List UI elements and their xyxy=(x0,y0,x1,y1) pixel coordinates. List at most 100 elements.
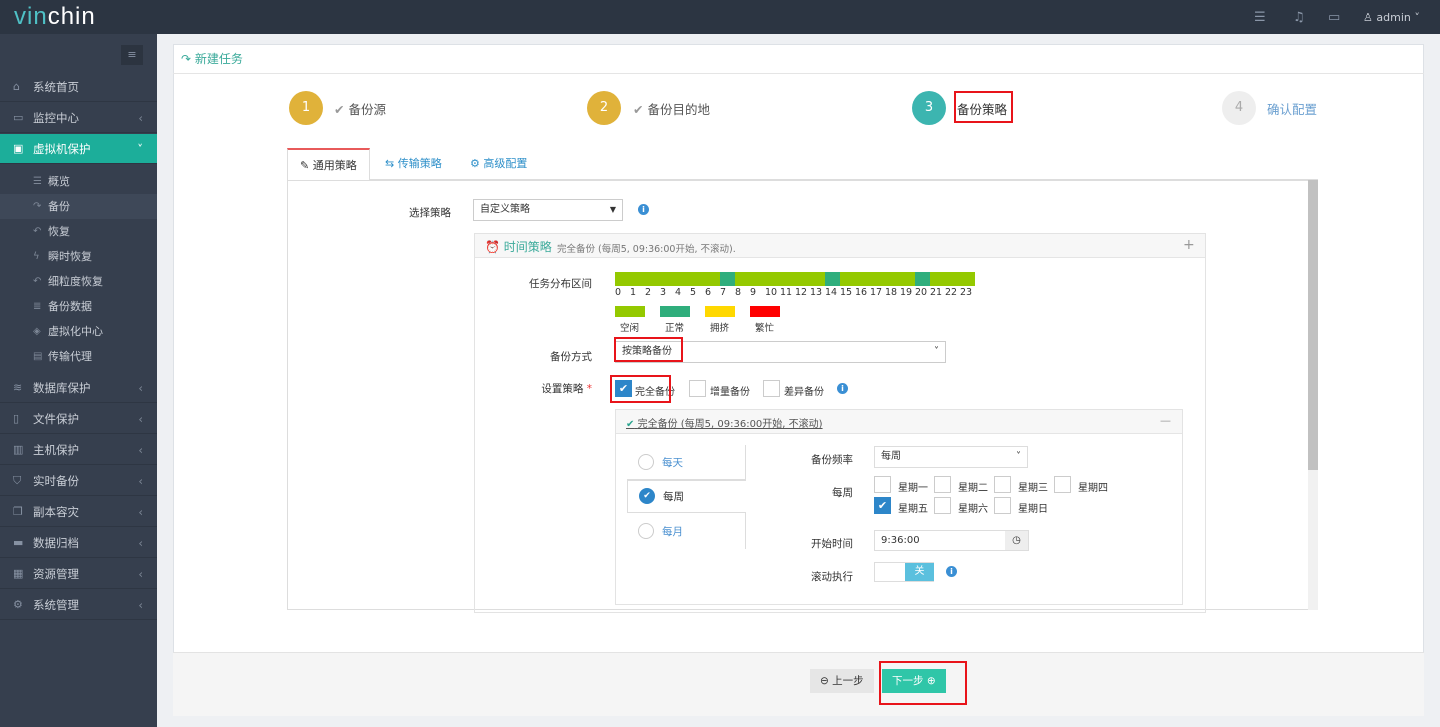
cube-icon: ◈ xyxy=(33,326,41,337)
legend-swatch-full xyxy=(750,306,780,317)
collapse-minus-icon[interactable]: — xyxy=(1160,414,1171,427)
hour-tick: 22 xyxy=(945,287,958,298)
freq-label: 备份频率 xyxy=(811,454,853,466)
vinchin-logo[interactable]: vinchin xyxy=(14,3,96,31)
start-time-input[interactable]: 9:36:00 ◷ xyxy=(874,530,1029,551)
desktop-icon: ▣ xyxy=(13,142,24,155)
user-menu[interactable]: ♙ admin ˅ xyxy=(1363,11,1420,24)
sidebar-sub-instant-restore[interactable]: ϟ 瞬时恢复 xyxy=(0,244,157,269)
check-icon: ✔ xyxy=(626,419,635,430)
info-icon[interactable]: i xyxy=(638,204,649,215)
sidebar-item-home[interactable]: ⌂ 系统首页 xyxy=(0,72,157,102)
info-icon[interactable]: i xyxy=(837,383,848,394)
sidebar-item-file[interactable]: ▯ 文件保护 ‹ xyxy=(0,404,157,434)
freq-select[interactable]: 每周 ˅ xyxy=(874,446,1028,468)
start-time-label: 开始时间 xyxy=(811,538,853,550)
radio[interactable] xyxy=(638,523,654,539)
caret-down-icon: ▼ xyxy=(609,205,616,214)
sidebar-sub-transfer-proxy[interactable]: ▤ 传输代理 xyxy=(0,344,157,369)
info-icon[interactable]: i xyxy=(946,566,957,577)
hour-tick: 12 xyxy=(795,287,808,298)
hour-segment-22 xyxy=(945,272,960,286)
sidebar-sub-backup[interactable]: ↷ 备份 xyxy=(0,194,157,219)
freq-option-monthly[interactable]: 每月 xyxy=(627,513,746,549)
sidebar-item-replica[interactable]: ❐ 副本容灾 ‹ xyxy=(0,497,157,527)
sidebar-sub-restore[interactable]: ↶ 恢复 xyxy=(0,219,157,244)
menu-toggle-button[interactable]: ≡ xyxy=(121,45,143,65)
rolling-toggle[interactable]: 关 xyxy=(874,562,934,582)
weekday-checkbox[interactable] xyxy=(1054,476,1071,493)
copy-icon: ❐ xyxy=(13,505,23,518)
sidebar-sub-backup-data[interactable]: ≣ 备份数据 xyxy=(0,294,157,319)
hour-segment-16 xyxy=(855,272,870,286)
radio[interactable] xyxy=(638,454,654,470)
sidebar-sub-virtualization-center[interactable]: ◈ 虚拟化中心 xyxy=(0,319,157,344)
step-4-badge: 4 xyxy=(1222,91,1256,125)
scrollbar[interactable] xyxy=(1308,180,1318,610)
weekday-checkbox[interactable] xyxy=(934,476,951,493)
hour-segment-1 xyxy=(630,272,645,286)
hour-segment-11 xyxy=(780,272,795,286)
hour-segment-15 xyxy=(840,272,855,286)
hour-tick: 19 xyxy=(900,287,913,298)
differential-backup-checkbox[interactable] xyxy=(763,380,780,397)
weekday-checkbox[interactable] xyxy=(994,497,1011,514)
hour-segment-9 xyxy=(750,272,765,286)
weekday-checkbox[interactable] xyxy=(934,497,951,514)
arrow-left-circle-icon: ⊖ xyxy=(820,675,829,687)
sidebar-item-host[interactable]: ▥ 主机保护 ‹ xyxy=(0,435,157,465)
sidebar-item-archive[interactable]: ▬ 数据归档 ‹ xyxy=(0,528,157,558)
chevron-down-icon: ˅ xyxy=(934,346,939,357)
sidebar-item-database[interactable]: ≋ 数据库保护 ‹ xyxy=(0,373,157,403)
clock-icon[interactable]: ◷ xyxy=(1005,531,1028,550)
hour-tick: 23 xyxy=(960,287,973,298)
sidebar-item-realtime[interactable]: ⛉ 实时备份 ‹ xyxy=(0,466,157,496)
hour-tick: 8 xyxy=(735,287,742,298)
hour-tick: 14 xyxy=(825,287,838,298)
hour-tick: 9 xyxy=(750,287,757,298)
legend-label: 空闲 xyxy=(620,323,640,334)
hour-segment-23 xyxy=(960,272,975,286)
time-strategy-title: ⏰ 时间策略 xyxy=(485,240,552,254)
freq-option-daily[interactable]: 每天 xyxy=(627,445,746,480)
bell-icon[interactable]: ♫ xyxy=(1293,10,1305,25)
laptop-icon: ▭ xyxy=(13,111,24,124)
step-2-label: ✔ 备份目的地 xyxy=(633,102,710,117)
hour-segment-17 xyxy=(870,272,885,286)
tab-general[interactable]: ✎ 通用策略 xyxy=(287,148,370,180)
hour-tick: 11 xyxy=(780,287,793,298)
chevron-left-icon: ‹ xyxy=(138,381,143,395)
hour-tick: 16 xyxy=(855,287,868,298)
highlight-box xyxy=(879,661,967,705)
sidebar-sub-overview[interactable]: ☰ 概览 xyxy=(0,169,157,194)
incremental-backup-label: 增量备份 xyxy=(710,387,750,398)
prev-button[interactable]: ⊖ 上一步 xyxy=(810,669,874,693)
incremental-backup-checkbox[interactable] xyxy=(689,380,706,397)
sidebar-item-system[interactable]: ⚙ 系统管理 ‹ xyxy=(0,590,157,620)
weekday-label: 星期日 xyxy=(1018,504,1048,515)
weekday-checkbox[interactable]: ✔ xyxy=(874,497,891,514)
radio-checked[interactable]: ✔ xyxy=(639,488,655,504)
sidebar-item-vm-protection[interactable]: ▣ 虚拟机保护 ˅ xyxy=(0,134,157,164)
step-1-label: ✔ 备份源 xyxy=(334,102,386,117)
expand-plus-icon[interactable]: + xyxy=(1183,237,1195,253)
weekday-checkbox[interactable] xyxy=(874,476,891,493)
server-icon[interactable]: ☰ xyxy=(1254,10,1266,25)
monitor-icon[interactable]: ▭ xyxy=(1328,10,1340,25)
cogs-icon: ⚙ xyxy=(470,157,480,170)
full-backup-title[interactable]: ✔ 完全备份 (每周5, 09:36:00开始, 不滚动) xyxy=(626,415,823,430)
weekday-checkbox[interactable] xyxy=(994,476,1011,493)
policy-label: 设置策略 * xyxy=(541,383,592,395)
week-label: 每周 xyxy=(832,487,853,499)
strategy-select[interactable]: 自定义策略 ▼ xyxy=(473,199,623,221)
weekday-label: 星期二 xyxy=(958,483,988,494)
sidebar-item-monitor[interactable]: ▭ 监控中心 ‹ xyxy=(0,103,157,133)
rolling-label: 滚动执行 xyxy=(811,571,853,583)
footer-bar xyxy=(173,652,1424,716)
sidebar-item-resource[interactable]: ▦ 资源管理 ‹ xyxy=(0,559,157,589)
tab-transfer[interactable]: ⇆ 传输策略 xyxy=(373,148,454,180)
freq-option-weekly[interactable]: ✔ 每周 xyxy=(627,480,746,513)
sidebar-sub-granular-restore[interactable]: ↶ 细粒度恢复 xyxy=(0,269,157,294)
tab-advanced[interactable]: ⚙ 高级配置 xyxy=(458,148,539,180)
chevron-left-icon: ‹ xyxy=(138,505,143,519)
